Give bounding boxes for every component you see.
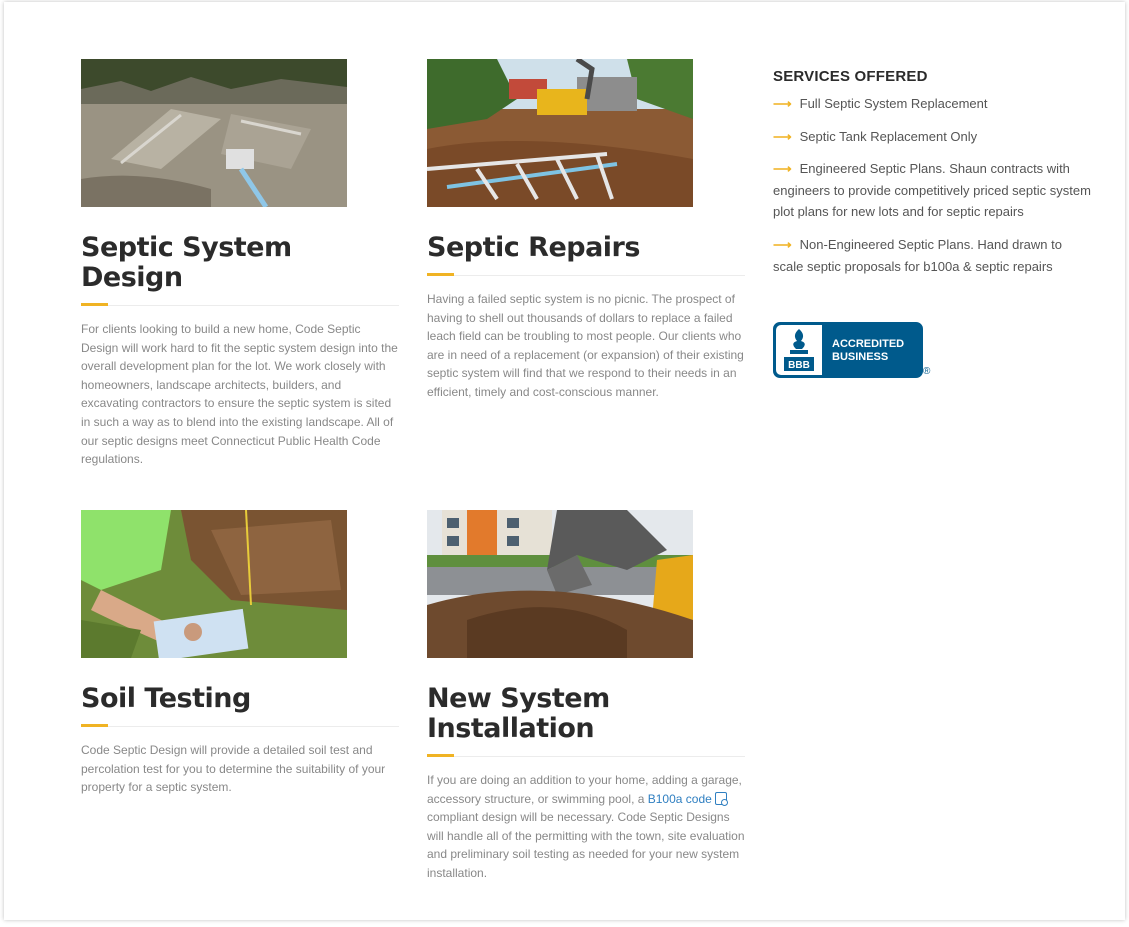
service-card-design: Septic System Design For clients looking… [81, 59, 399, 469]
arrow-right-icon: ⟶ [773, 236, 792, 252]
service-item: ⟶ Engineered Septic Plans. Shaun contract… [773, 158, 1093, 223]
card-body: For clients looking to build a new home,… [81, 322, 398, 467]
title-divider [427, 273, 745, 276]
service-item-text: Engineered Septic Plans. Shaun contracts… [773, 161, 1091, 220]
title-divider [427, 754, 745, 757]
service-item: ⟶ Septic Tank Replacement Only [773, 126, 1093, 148]
link-label: B100a code [647, 791, 712, 806]
page: Septic System Design For clients looking… [4, 2, 1125, 920]
service-card-soil: Soil Testing Code Septic Design will pro… [81, 510, 399, 797]
card-title: Soil Testing [81, 683, 251, 714]
design-photo [81, 59, 347, 207]
card-title: Septic System Design [81, 232, 292, 293]
external-link-icon [714, 791, 728, 806]
bbb-logo: BBB [776, 325, 822, 375]
service-item-text: Non-Engineered Septic Plans. Hand drawn … [773, 236, 1062, 274]
services-offered: SERVICES OFFERED ⟶ Full Septic System Rep… [773, 68, 1093, 288]
bbb-torch-icon: BBB [784, 329, 814, 371]
bbb-accredited-badge[interactable]: BBB ACCREDITED BUSINESS ® [773, 322, 937, 380]
installation-photo [427, 510, 693, 658]
bbb-line2: BUSINESS [832, 351, 889, 363]
services-heading: SERVICES OFFERED [773, 68, 928, 85]
bbb-line1: ACCREDITED [832, 338, 905, 350]
title-divider [81, 724, 399, 727]
bbb-badge-box: BBB ACCREDITED BUSINESS [773, 322, 923, 378]
service-item: ⟶ Full Septic System Replacement [773, 93, 1093, 115]
card-title: Septic Repairs [427, 232, 640, 263]
service-item: ⟶ Non-Engineered Septic Plans. Hand drawn… [773, 234, 1093, 277]
card-body: If you are doing an addition to your hom… [427, 771, 745, 883]
services-list: ⟶ Full Septic System Replacement ⟶ Septic … [773, 93, 1093, 277]
soil-photo [81, 510, 347, 658]
service-card-repairs: Septic Repairs Having a failed septic sy… [427, 59, 745, 402]
arrow-right-icon: ⟶ [773, 161, 792, 177]
bbb-logo-text: BBB [788, 360, 810, 371]
arrow-right-icon: ⟶ [773, 128, 792, 144]
arrow-right-icon: ⟶ [773, 96, 792, 111]
title-divider [81, 303, 399, 306]
card-body: Having a failed septic system is no picn… [427, 292, 744, 399]
card-body: Code Septic Design will provide a detail… [81, 743, 386, 795]
service-card-installation: New System Installation If you are doing… [427, 510, 745, 883]
repairs-photo [427, 59, 693, 207]
service-item-text: Full Septic System Replacement [799, 96, 988, 111]
service-item-text: Septic Tank Replacement Only [799, 128, 978, 144]
bbb-label: ACCREDITED BUSINESS [832, 338, 904, 364]
b100a-code-link[interactable]: B100a code [647, 791, 728, 806]
registered-mark: ® [923, 366, 931, 377]
body-text-after: compliant design will be necessary. Code… [427, 810, 745, 880]
card-title: New System Installation [427, 683, 610, 744]
